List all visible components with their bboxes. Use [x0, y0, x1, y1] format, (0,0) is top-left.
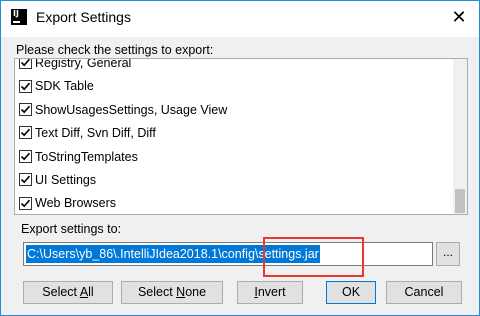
checkbox[interactable]: [19, 173, 32, 187]
close-icon[interactable]: ✕: [445, 5, 473, 31]
settings-item-label: Text Diff, Svn Diff, Diff: [35, 126, 156, 141]
checkbox[interactable]: [19, 79, 32, 93]
cancel-button[interactable]: Cancel: [386, 281, 462, 304]
instruction-label: Please check the settings to export:: [16, 43, 214, 57]
invert-label-post: nvert: [257, 285, 286, 299]
settings-item-label: SDK Table: [35, 79, 94, 94]
settings-item-label: ToStringTemplates: [35, 149, 138, 164]
settings-list-item[interactable]: Registry, General: [15, 58, 455, 75]
select-none-button[interactable]: Select None: [121, 281, 223, 304]
settings-list[interactable]: Registry, General SDK Table ShowUsagesSett…: [14, 58, 468, 215]
settings-list-items: Registry, General SDK Table ShowUsagesSett…: [15, 58, 455, 214]
checkbox[interactable]: [19, 102, 32, 116]
settings-item-label: Web Browsers: [35, 196, 117, 211]
checkmark-icon: [20, 59, 31, 67]
settings-list-item[interactable]: Web Browsers: [15, 192, 455, 214]
checkbox[interactable]: [19, 149, 32, 163]
select-none-label-pre: Select: [137, 285, 177, 299]
export-settings-label: Export settings to:: [21, 222, 122, 236]
select-all-button[interactable]: Select All: [23, 281, 113, 304]
settings-item-label: ShowUsagesSettings, Usage View: [35, 102, 228, 117]
settings-item-label: UI Settings: [35, 172, 97, 187]
export-settings-dialog: IJ Export Settings ✕ Please check the se…: [0, 0, 480, 316]
export-path-value: C:\Users\yb_86\.IntelliJIdea2018.1\confi…: [26, 245, 320, 263]
scrollbar-thumb[interactable]: [455, 189, 465, 213]
checkmark-icon: [20, 129, 31, 137]
checkmark-icon: [20, 175, 31, 184]
checkbox[interactable]: [19, 126, 32, 140]
checkmark-icon: [20, 152, 31, 161]
window-title: Export Settings: [36, 9, 131, 25]
checkbox[interactable]: [19, 59, 32, 70]
select-all-mnemonic: A: [79, 285, 89, 299]
title-bar: IJ Export Settings ✕: [1, 1, 479, 37]
checkmark-icon: [20, 82, 31, 90]
browse-button[interactable]: ...: [436, 242, 460, 266]
settings-item-label: Registry, General: [35, 58, 132, 70]
settings-list-item[interactable]: UI Settings: [15, 169, 455, 192]
app-icon-text: IJ: [13, 9, 19, 18]
settings-list-item[interactable]: ToStringTemplates: [15, 146, 455, 169]
select-all-label-post: ll: [88, 285, 94, 299]
checkmark-icon: [20, 199, 31, 207]
intellij-icon: IJ: [11, 9, 27, 25]
settings-list-item[interactable]: ShowUsagesSettings, Usage View: [15, 99, 455, 122]
list-scrollbar[interactable]: [453, 59, 467, 214]
settings-list-item[interactable]: Text Diff, Svn Diff, Diff: [15, 122, 455, 145]
select-all-label-pre: Select: [42, 285, 80, 299]
checkmark-icon: [20, 105, 31, 114]
select-none-label-post: one: [185, 285, 207, 299]
export-path-input[interactable]: C:\Users\yb_86\.IntelliJIdea2018.1\confi…: [23, 242, 433, 266]
select-none-mnemonic: N: [176, 285, 186, 299]
settings-list-item[interactable]: SDK Table: [15, 75, 455, 98]
ok-button[interactable]: OK: [326, 281, 376, 304]
invert-button[interactable]: Invert: [237, 281, 303, 304]
checkbox[interactable]: [19, 196, 32, 210]
